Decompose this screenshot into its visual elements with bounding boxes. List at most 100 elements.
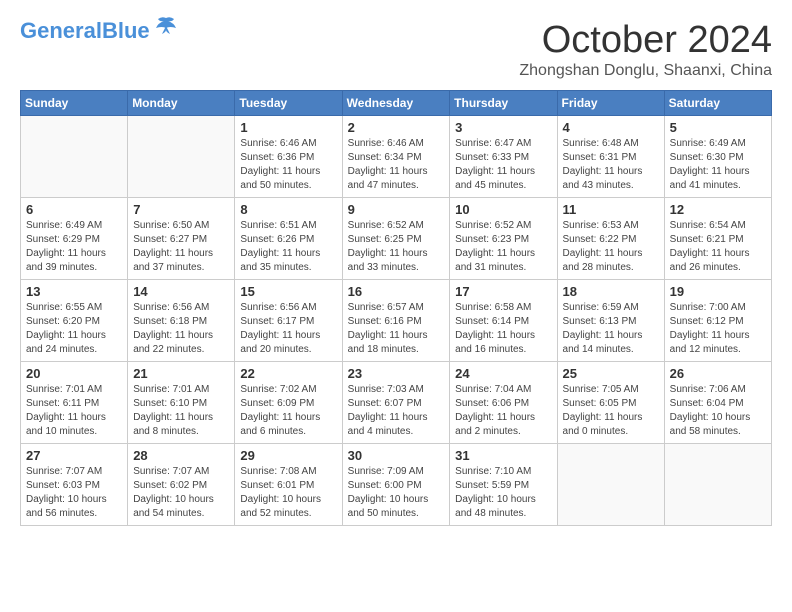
- day-number: 15: [240, 284, 336, 299]
- day-number: 12: [670, 202, 766, 217]
- day-number: 16: [348, 284, 445, 299]
- calendar-cell: 30 Sunrise: 7:09 AM Sunset: 6:00 PM Dayli…: [342, 443, 450, 525]
- day-info: Sunrise: 6:49 AM Sunset: 6:29 PM Dayligh…: [26, 219, 122, 275]
- day-number: 14: [133, 284, 229, 299]
- calendar-cell: 6 Sunrise: 6:49 AM Sunset: 6:29 PM Daylig…: [21, 197, 128, 279]
- calendar-cell: 18Sunrise: 6:59 AM Sunset: 6:13 PM Dayli…: [557, 279, 664, 361]
- day-number: 31: [455, 448, 551, 463]
- calendar-cell: [21, 115, 128, 197]
- calendar-week-4: 20Sunrise: 7:01 AM Sunset: 6:11 PM Dayli…: [21, 361, 772, 443]
- day-number: 13: [26, 284, 122, 299]
- day-info: Sunrise: 6:46 AM Sunset: 6:36 PM Dayligh…: [240, 137, 336, 193]
- day-number: 9: [348, 202, 445, 217]
- calendar-cell: 9 Sunrise: 6:52 AM Sunset: 6:25 PM Daylig…: [342, 197, 450, 279]
- day-number: 4: [563, 120, 659, 135]
- logo-blue: Blue: [102, 18, 150, 43]
- day-number: 11: [563, 202, 659, 217]
- calendar-week-3: 13 Sunrise: 6:55 AM Sunset: 6:20 PM Dayli…: [21, 279, 772, 361]
- calendar-cell: 8 Sunrise: 6:51 AM Sunset: 6:26 PM Daylig…: [235, 197, 342, 279]
- day-info: Sunrise: 6:55 AM Sunset: 6:20 PM Dayligh…: [26, 301, 122, 357]
- calendar-header-thursday: Thursday: [450, 90, 557, 115]
- calendar-week-2: 6 Sunrise: 6:49 AM Sunset: 6:29 PM Daylig…: [21, 197, 772, 279]
- day-number: 8: [240, 202, 336, 217]
- calendar-cell: [557, 443, 664, 525]
- calendar-cell: 10 Sunrise: 6:52 AM Sunset: 6:23 PM Dayli…: [450, 197, 557, 279]
- calendar-cell: 17 Sunrise: 6:58 AM Sunset: 6:14 PM Dayli…: [450, 279, 557, 361]
- day-info: Sunrise: 7:01 AM Sunset: 6:10 PM Dayligh…: [133, 383, 229, 439]
- calendar-cell: 27 Sunrise: 7:07 AM Sunset: 6:03 PM Dayli…: [21, 443, 128, 525]
- day-number: 24: [455, 366, 551, 381]
- day-number: 17: [455, 284, 551, 299]
- calendar-cell: 4 Sunrise: 6:48 AM Sunset: 6:31 PM Daylig…: [557, 115, 664, 197]
- day-info: Sunrise: 6:49 AM Sunset: 6:30 PM Dayligh…: [670, 137, 766, 193]
- calendar-cell: 11 Sunrise: 6:53 AM Sunset: 6:22 PM Dayli…: [557, 197, 664, 279]
- day-info: Sunrise: 6:53 AM Sunset: 6:22 PM Dayligh…: [563, 219, 659, 275]
- day-info: Sunrise: 7:09 AM Sunset: 6:00 PM Dayligh…: [348, 465, 445, 521]
- day-info: Sunrise: 6:59 AM Sunset: 6:13 PM Dayligh…: [563, 301, 659, 357]
- logo-text: GeneralBlue: [20, 20, 150, 42]
- calendar-table: SundayMondayTuesdayWednesdayThursdayFrid…: [20, 90, 772, 526]
- day-number: 30: [348, 448, 445, 463]
- calendar-cell: 12Sunrise: 6:54 AM Sunset: 6:21 PM Dayli…: [664, 197, 771, 279]
- day-info: Sunrise: 6:51 AM Sunset: 6:26 PM Dayligh…: [240, 219, 336, 275]
- calendar-cell: [128, 115, 235, 197]
- day-info: Sunrise: 6:56 AM Sunset: 6:17 PM Dayligh…: [240, 301, 336, 357]
- calendar-cell: 7 Sunrise: 6:50 AM Sunset: 6:27 PM Daylig…: [128, 197, 235, 279]
- calendar-cell: 20Sunrise: 7:01 AM Sunset: 6:11 PM Dayli…: [21, 361, 128, 443]
- calendar-header-tuesday: Tuesday: [235, 90, 342, 115]
- day-info: Sunrise: 6:47 AM Sunset: 6:33 PM Dayligh…: [455, 137, 551, 193]
- day-info: Sunrise: 7:00 AM Sunset: 6:12 PM Dayligh…: [670, 301, 766, 357]
- month-title: October 2024: [519, 20, 772, 62]
- calendar-cell: 13 Sunrise: 6:55 AM Sunset: 6:20 PM Dayli…: [21, 279, 128, 361]
- calendar-week-1: 1 Sunrise: 6:46 AM Sunset: 6:36 PM Daylig…: [21, 115, 772, 197]
- day-number: 1: [240, 120, 336, 135]
- calendar-cell: 24 Sunrise: 7:04 AM Sunset: 6:06 PM Dayli…: [450, 361, 557, 443]
- day-info: Sunrise: 6:50 AM Sunset: 6:27 PM Dayligh…: [133, 219, 229, 275]
- day-info: Sunrise: 6:58 AM Sunset: 6:14 PM Dayligh…: [455, 301, 551, 357]
- day-number: 29: [240, 448, 336, 463]
- day-info: Sunrise: 6:57 AM Sunset: 6:16 PM Dayligh…: [348, 301, 445, 357]
- calendar-cell: 28 Sunrise: 7:07 AM Sunset: 6:02 PM Dayli…: [128, 443, 235, 525]
- calendar-cell: 5 Sunrise: 6:49 AM Sunset: 6:30 PM Daylig…: [664, 115, 771, 197]
- day-info: Sunrise: 7:10 AM Sunset: 5:59 PM Dayligh…: [455, 465, 551, 521]
- day-number: 7: [133, 202, 229, 217]
- day-number: 25: [563, 366, 659, 381]
- calendar-cell: 23 Sunrise: 7:03 AM Sunset: 6:07 PM Dayli…: [342, 361, 450, 443]
- day-info: Sunrise: 6:46 AM Sunset: 6:34 PM Dayligh…: [348, 137, 445, 193]
- day-info: Sunrise: 6:52 AM Sunset: 6:23 PM Dayligh…: [455, 219, 551, 275]
- day-number: 3: [455, 120, 551, 135]
- calendar-header-saturday: Saturday: [664, 90, 771, 115]
- calendar-cell: 26Sunrise: 7:06 AM Sunset: 6:04 PM Dayli…: [664, 361, 771, 443]
- calendar-cell: 29 Sunrise: 7:08 AM Sunset: 6:01 PM Dayli…: [235, 443, 342, 525]
- day-info: Sunrise: 7:07 AM Sunset: 6:02 PM Dayligh…: [133, 465, 229, 521]
- day-info: Sunrise: 7:04 AM Sunset: 6:06 PM Dayligh…: [455, 383, 551, 439]
- calendar-cell: [664, 443, 771, 525]
- day-number: 10: [455, 202, 551, 217]
- calendar-cell: 2 Sunrise: 6:46 AM Sunset: 6:34 PM Daylig…: [342, 115, 450, 197]
- calendar-cell: 3 Sunrise: 6:47 AM Sunset: 6:33 PM Daylig…: [450, 115, 557, 197]
- day-info: Sunrise: 6:56 AM Sunset: 6:18 PM Dayligh…: [133, 301, 229, 357]
- calendar-week-5: 27 Sunrise: 7:07 AM Sunset: 6:03 PM Dayli…: [21, 443, 772, 525]
- day-number: 20: [26, 366, 122, 381]
- day-number: 5: [670, 120, 766, 135]
- day-number: 21: [133, 366, 229, 381]
- title-area: October 2024 Zhongshan Donglu, Shaanxi, …: [519, 20, 772, 80]
- calendar-header-row: SundayMondayTuesdayWednesdayThursdayFrid…: [21, 90, 772, 115]
- day-number: 26: [670, 366, 766, 381]
- day-number: 19: [670, 284, 766, 299]
- day-info: Sunrise: 7:02 AM Sunset: 6:09 PM Dayligh…: [240, 383, 336, 439]
- day-number: 6: [26, 202, 122, 217]
- calendar-cell: 31 Sunrise: 7:10 AM Sunset: 5:59 PM Dayli…: [450, 443, 557, 525]
- day-number: 23: [348, 366, 445, 381]
- day-number: 22: [240, 366, 336, 381]
- calendar-cell: 19 Sunrise: 7:00 AM Sunset: 6:12 PM Dayli…: [664, 279, 771, 361]
- calendar-cell: 22 Sunrise: 7:02 AM Sunset: 6:09 PM Dayli…: [235, 361, 342, 443]
- day-number: 2: [348, 120, 445, 135]
- day-number: 28: [133, 448, 229, 463]
- day-number: 27: [26, 448, 122, 463]
- day-info: Sunrise: 6:52 AM Sunset: 6:25 PM Dayligh…: [348, 219, 445, 275]
- day-info: Sunrise: 6:48 AM Sunset: 6:31 PM Dayligh…: [563, 137, 659, 193]
- day-info: Sunrise: 7:07 AM Sunset: 6:03 PM Dayligh…: [26, 465, 122, 521]
- day-info: Sunrise: 7:08 AM Sunset: 6:01 PM Dayligh…: [240, 465, 336, 521]
- day-info: Sunrise: 7:03 AM Sunset: 6:07 PM Dayligh…: [348, 383, 445, 439]
